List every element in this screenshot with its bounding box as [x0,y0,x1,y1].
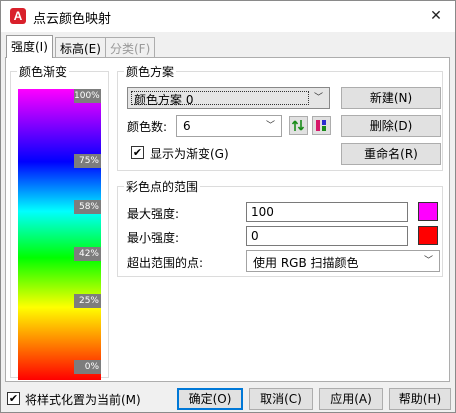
color-count-select[interactable]: 6 ﹀ [176,115,282,137]
set-current-checkbox[interactable]: ✔ [7,392,20,405]
tab-page-intensity: 颜色渐变 100% 75% 58% 42% 25% 0% 颜色方案 颜色方案 0… [5,57,450,382]
color-range-group-title: 彩色点的范围 [124,178,201,195]
window-title: 点云颜色映射 [33,12,112,27]
tab-intensity[interactable]: 强度(I) [6,35,53,58]
min-intensity-input[interactable]: 0 [246,226,408,246]
color-scheme-select[interactable]: 颜色方案 0 ﹀ [127,87,330,109]
close-icon: ✕ [430,8,442,24]
tab-classification: 分类(F) [105,37,156,57]
set-current-label: 将样式化置为当前(M) [25,393,141,407]
new-scheme-button[interactable]: 新建(N) [341,87,441,109]
out-of-range-label: 超出范围的点: [127,256,204,270]
gradient-label-25: 25% [74,294,101,308]
color-mapping-dialog: A 点云颜色映射 ✕ 强度(I) 标高(E) 分类(F) 颜色渐变 100% 7… [0,0,456,413]
color-scheme-value: 颜色方案 0 [134,93,194,107]
swap-colors-button[interactable] [289,116,308,135]
reverse-colors-button[interactable] [312,116,331,135]
gradient-label-58: 58% [74,200,101,214]
title-bar: A 点云颜色映射 ✕ [1,1,455,32]
show-gradient-label: 显示为渐变(G) [150,147,229,161]
out-of-range-select[interactable]: 使用 RGB 扫描颜色 ﹀ [246,250,440,272]
check-icon: ✔ [8,392,19,405]
check-icon: ✔ [132,146,143,159]
color-count-value: 6 [183,119,191,133]
gradient-label-75: 75% [74,154,101,168]
chevron-down-icon: ﹀ [313,93,323,103]
max-color-swatch[interactable] [418,202,438,221]
show-gradient-checkbox[interactable]: ✔ [131,146,144,159]
ok-button[interactable]: 确定(O) [177,388,243,410]
min-intensity-label: 最小强度: [127,231,180,245]
color-scheme-group: 颜色方案 颜色方案 0 ﹀ 颜色数: 6 ﹀ ✔ 显示为渐变(G) 新建(N) … [117,63,443,171]
close-button[interactable]: ✕ [421,3,451,29]
max-intensity-label: 最大强度: [127,207,180,221]
rename-scheme-button[interactable]: 重命名(R) [341,143,441,165]
out-of-range-value: 使用 RGB 扫描颜色 [253,256,359,270]
color-range-group: 彩色点的范围 最大强度: 100 最小强度: 0 超出范围的点: 使用 RGB … [117,178,443,277]
gradient-label-0: 0% [74,360,101,374]
max-intensity-input[interactable]: 100 [246,202,408,222]
apply-button[interactable]: 应用(A) [319,388,383,410]
gradient-group-title: 颜色渐变 [17,63,70,80]
gradient-label-100: 100% [74,89,101,103]
help-button[interactable]: 帮助(H) [389,388,451,410]
chevron-down-icon: ﹀ [423,256,433,266]
tab-elevation[interactable]: 标高(E) [55,37,106,57]
min-color-swatch[interactable] [418,226,438,245]
chevron-down-icon: ﹀ [265,121,275,131]
swap-arrows-icon [291,120,305,131]
color-count-label: 颜色数: [127,120,168,134]
reverse-colors-icon [316,120,326,131]
color-gradient-bar: 100% 75% 58% 42% 25% 0% [18,89,101,380]
gradient-group: 颜色渐变 100% 75% 58% 42% 25% 0% [10,63,109,380]
cancel-button[interactable]: 取消(C) [249,388,313,410]
color-scheme-group-title: 颜色方案 [124,63,177,80]
autocad-app-icon: A [10,8,26,24]
gradient-label-42: 42% [74,247,101,261]
delete-scheme-button[interactable]: 删除(D) [341,115,441,137]
